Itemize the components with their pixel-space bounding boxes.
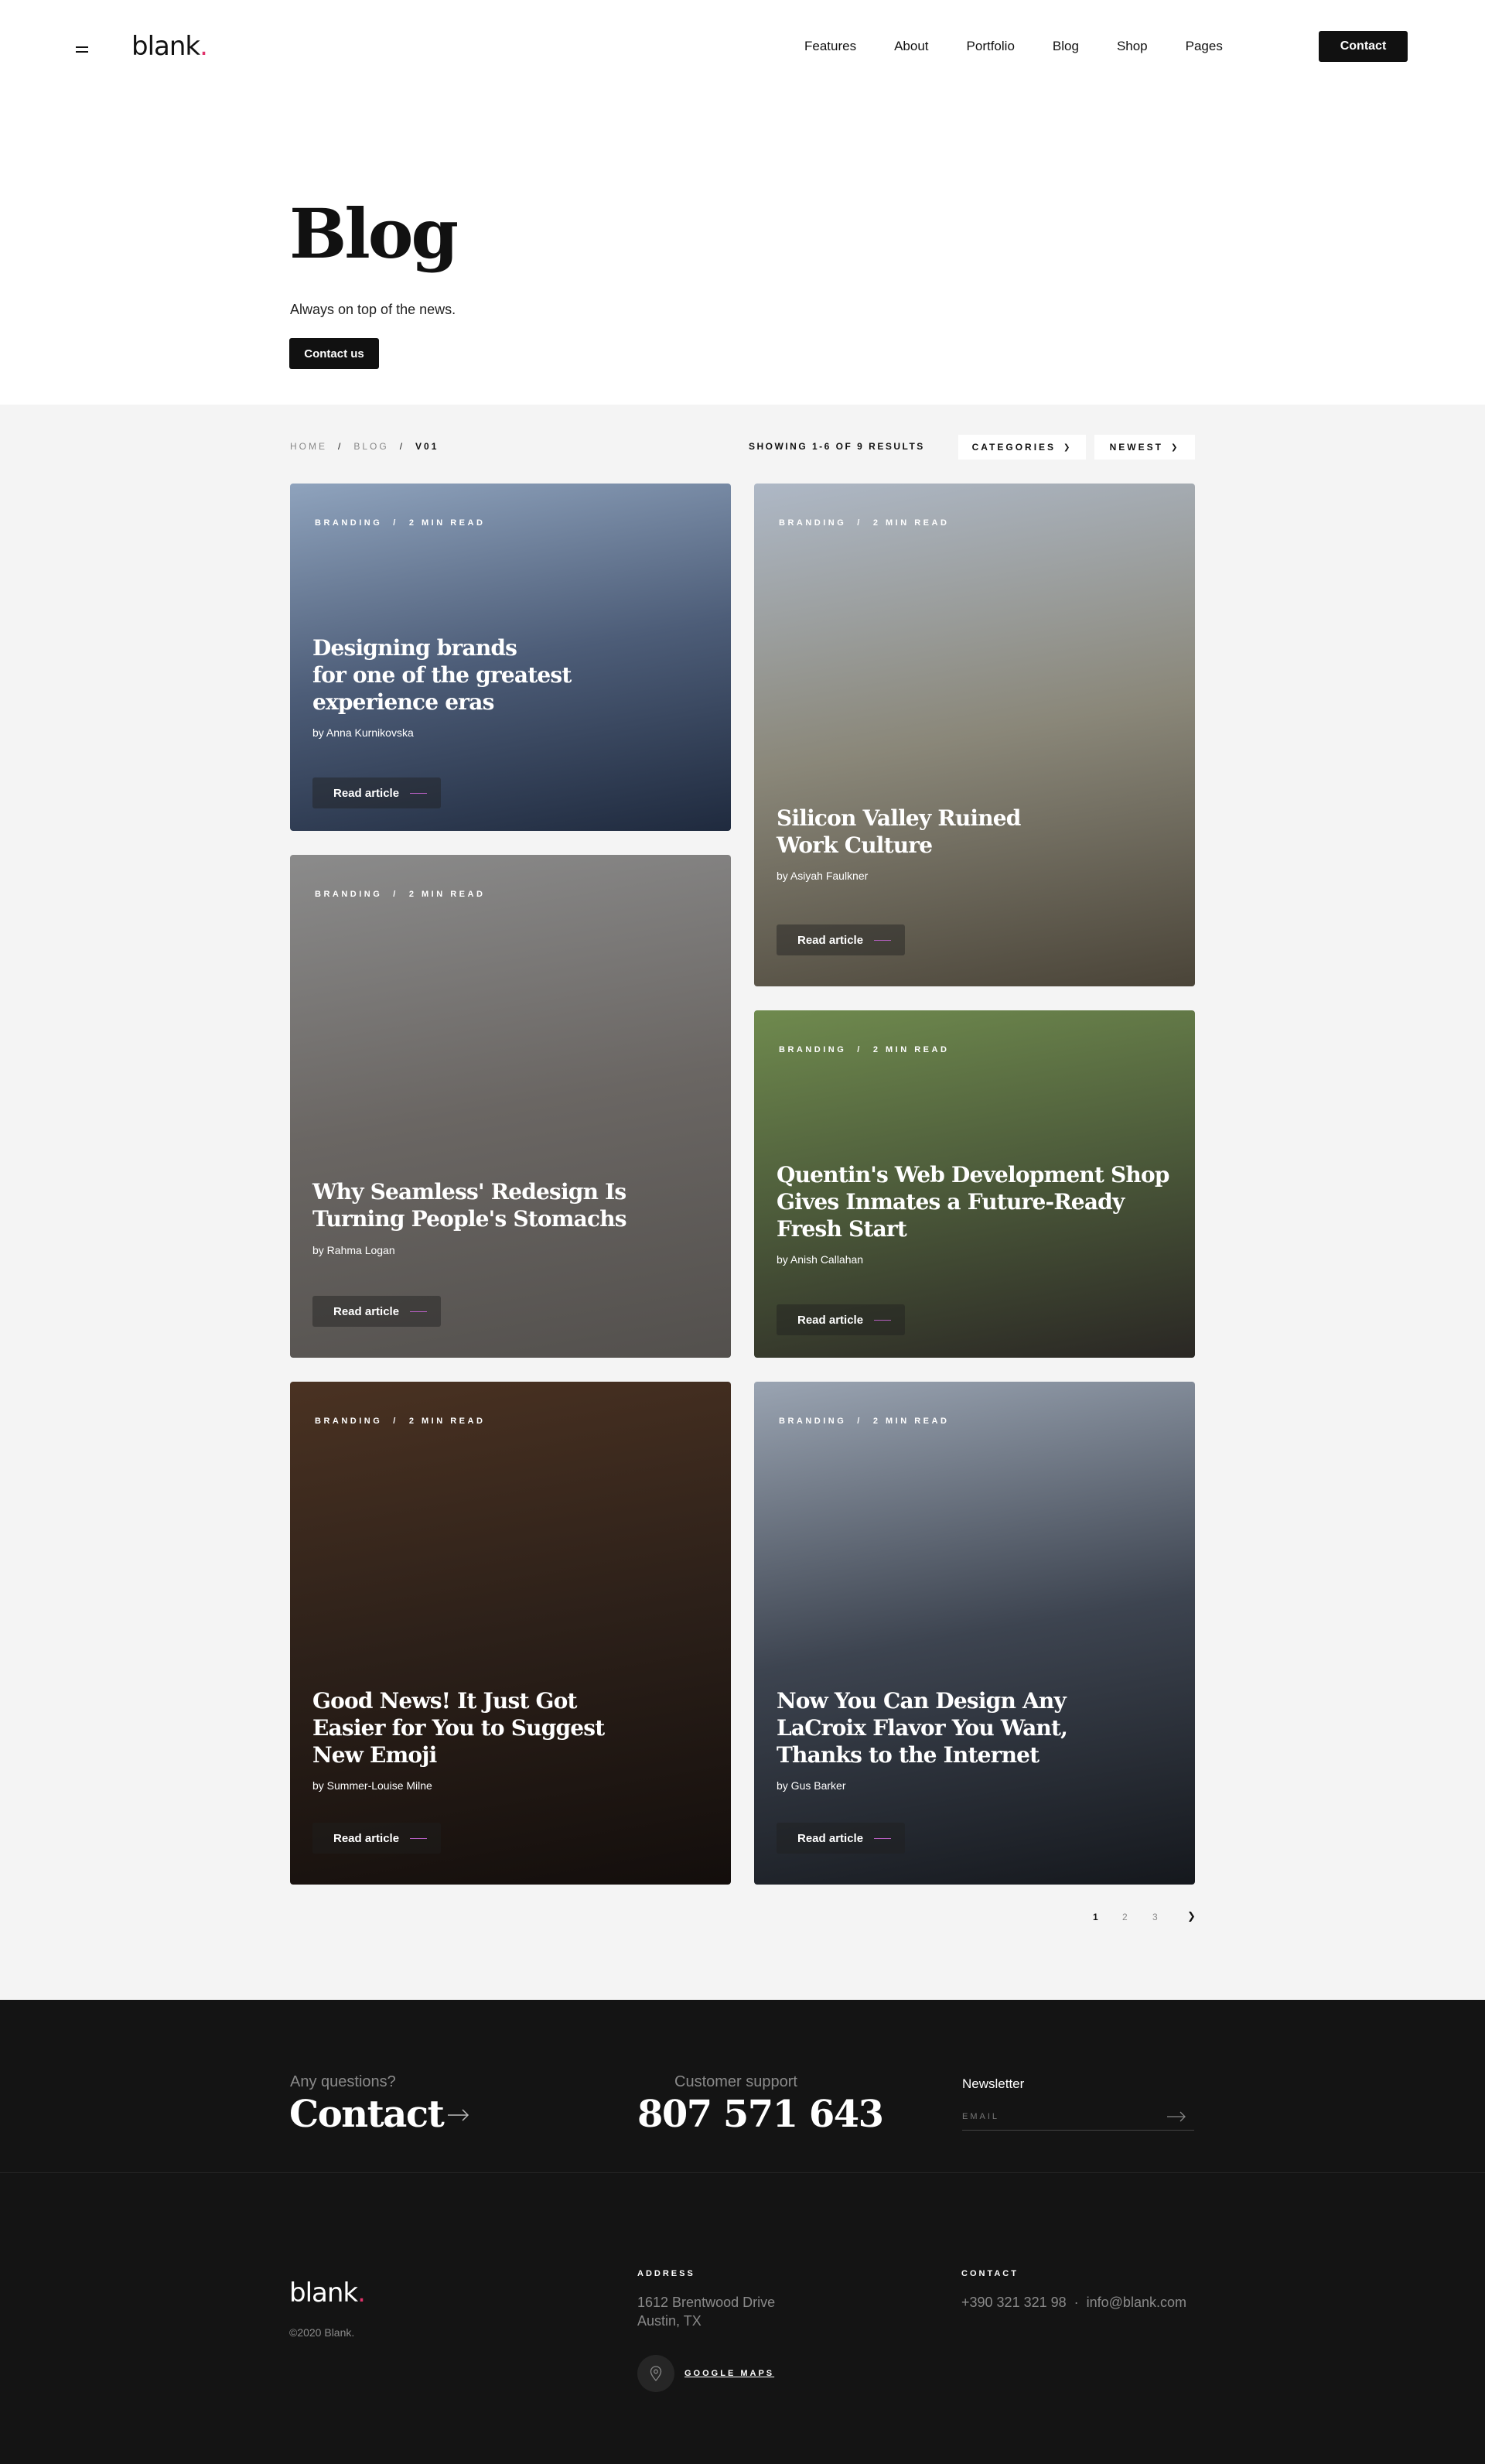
arrow-right-icon[interactable] xyxy=(1166,2111,1186,2122)
site-footer xyxy=(0,2000,1485,2464)
copyright: ©2020 Blank. xyxy=(289,2326,355,2339)
nav-about[interactable]: About xyxy=(894,39,928,54)
footer-contact-line: +390 321 321 98 · info@blank.com xyxy=(961,2293,1186,2312)
card-image xyxy=(290,1382,731,1885)
menu-icon[interactable] xyxy=(76,46,90,56)
card-image xyxy=(290,855,731,1358)
card-image xyxy=(754,484,1195,986)
read-article-button[interactable]: Read article xyxy=(312,1823,441,1854)
page-title: Blog xyxy=(289,193,459,274)
map-pin-icon[interactable] xyxy=(637,2355,674,2392)
footer-logo[interactable]: blank. xyxy=(289,2278,366,2309)
site-logo[interactable]: blank. xyxy=(131,31,208,62)
contact-separator: · xyxy=(1074,2295,1079,2310)
newsletter-label: Newsletter xyxy=(962,2076,1025,2091)
blog-card[interactable]: BRANDING/2 MIN READ Now You Can Design A… xyxy=(754,1382,1195,1885)
nav-portfolio[interactable]: Portfolio xyxy=(967,39,1015,54)
card-meta: BRANDING/2 MIN READ xyxy=(779,518,950,528)
card-meta: BRANDING/2 MIN READ xyxy=(315,518,486,528)
card-image xyxy=(754,1382,1195,1885)
page-2-link[interactable]: 2 xyxy=(1122,1912,1128,1922)
card-author: by Rahma Logan xyxy=(312,1244,395,1256)
address-heading: ADDRESS xyxy=(637,2269,695,2278)
support-phone: 807 571 643 xyxy=(637,2093,884,2136)
footer-divider xyxy=(0,2172,1485,2173)
results-count: SHOWING 1-6 OF 9 RESULTS xyxy=(749,441,925,452)
card-meta: BRANDING/2 MIN READ xyxy=(315,1417,486,1426)
read-article-button[interactable]: Read article xyxy=(777,1304,905,1335)
contact-button[interactable]: Contact xyxy=(1319,31,1408,62)
card-meta: BRANDING/2 MIN READ xyxy=(315,890,486,899)
card-title: Designing brands for one of the greatest e… xyxy=(312,635,572,715)
contact-us-button[interactable]: Contact us xyxy=(289,338,379,369)
blog-card[interactable]: BRANDING/2 MIN READ Designing brands for … xyxy=(290,484,731,831)
read-article-button[interactable]: Read article xyxy=(777,1823,905,1854)
footer-question: Any questions? xyxy=(290,2073,396,2090)
categories-label: CATEGORIES xyxy=(971,442,1057,453)
card-author: by Asiyah Faulkner xyxy=(777,870,869,882)
sort-dropdown[interactable]: NEWEST ❯ xyxy=(1094,435,1195,460)
blog-card[interactable]: BRANDING/2 MIN READ Silicon Valley Ruine… xyxy=(754,484,1195,986)
contact-heading: CONTACT xyxy=(961,2269,1019,2278)
breadcrumb-current: V01 xyxy=(415,441,439,452)
footer-email-link[interactable]: info@blank.com xyxy=(1087,2295,1186,2310)
sort-label: NEWEST xyxy=(1109,442,1163,453)
breadcrumb-home[interactable]: HOME xyxy=(290,441,327,452)
blog-card[interactable]: BRANDING/2 MIN READ Quentin's Web Develo… xyxy=(754,1010,1195,1358)
breadcrumb-blog[interactable]: BLOG xyxy=(353,441,388,452)
address-line-2: Austin, TX xyxy=(637,2313,702,2329)
page-subtitle: Always on top of the news. xyxy=(290,302,456,317)
card-author: by Anish Callahan xyxy=(777,1253,864,1266)
card-title: Now You Can Design Any LaCroix Flavor You… xyxy=(777,1688,1068,1768)
chevron-down-icon: ❯ xyxy=(1170,443,1180,452)
page-1-link[interactable]: 1 xyxy=(1093,1912,1098,1922)
card-author: by Anna Kurnikovska xyxy=(312,726,414,739)
read-article-button[interactable]: Read article xyxy=(312,1296,441,1327)
main-nav: Features About Portfolio Blog Shop Pages xyxy=(804,39,1261,54)
breadcrumb-separator: / xyxy=(338,441,343,452)
read-article-button[interactable]: Read article xyxy=(777,924,905,955)
blog-list-section xyxy=(0,405,1485,2000)
nav-shop[interactable]: Shop xyxy=(1117,39,1148,54)
chevron-right-icon[interactable]: ❯ xyxy=(1187,1910,1196,1922)
site-header: blank. Features About Portfolio Blog Sho… xyxy=(0,0,1485,97)
card-meta: BRANDING/2 MIN READ xyxy=(779,1045,950,1054)
nav-features[interactable]: Features xyxy=(804,39,856,54)
card-title: Good News! It Just Got Easier for You to … xyxy=(312,1688,605,1768)
card-title: Quentin's Web Development Shop Gives Inma… xyxy=(777,1162,1169,1242)
footer-contact-link[interactable]: Contact xyxy=(289,2093,445,2136)
blog-card[interactable]: BRANDING/2 MIN READ Why Seamless' Redesi… xyxy=(290,855,731,1358)
google-maps-link[interactable]: GOOGLE MAPS xyxy=(684,2369,774,2378)
nav-pages[interactable]: Pages xyxy=(1186,39,1223,54)
breadcrumb: HOME / BLOG / V01 xyxy=(290,441,439,452)
card-author: by Gus Barker xyxy=(777,1779,846,1792)
support-label: Customer support xyxy=(674,2073,797,2090)
read-article-button[interactable]: Read article xyxy=(312,777,441,808)
card-author: by Summer-Louise Milne xyxy=(312,1779,432,1792)
breadcrumb-separator: / xyxy=(399,441,405,452)
categories-dropdown[interactable]: CATEGORIES ❯ xyxy=(958,435,1086,460)
card-title: Why Seamless' Redesign Is Turning People'… xyxy=(312,1179,627,1232)
arrow-right-icon[interactable] xyxy=(447,2109,470,2121)
page-3-link[interactable]: 3 xyxy=(1152,1912,1158,1922)
blog-card[interactable]: BRANDING/2 MIN READ Good News! It Just G… xyxy=(290,1382,731,1885)
nav-blog[interactable]: Blog xyxy=(1053,39,1079,54)
address-line-1: 1612 Brentwood Drive xyxy=(637,2295,776,2310)
chevron-down-icon: ❯ xyxy=(1063,443,1073,452)
newsletter-email-input[interactable] xyxy=(962,2103,1194,2131)
card-meta: BRANDING/2 MIN READ xyxy=(779,1417,950,1426)
footer-phone-link[interactable]: +390 321 321 98 xyxy=(961,2295,1067,2310)
card-title: Silicon Valley Ruined Work Culture xyxy=(777,805,1021,858)
